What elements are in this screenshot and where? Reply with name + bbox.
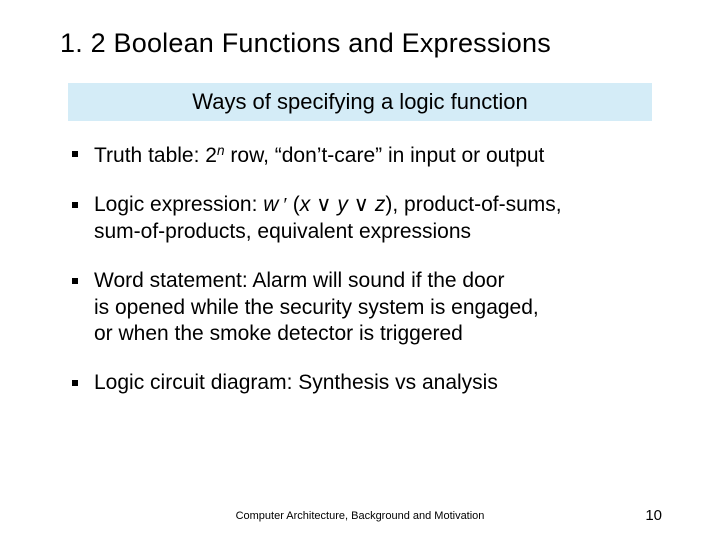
var-z: z — [375, 193, 386, 216]
var-w: w — [263, 193, 278, 216]
text-continuation: sum-of-products, equivalent expressions — [94, 219, 660, 246]
text-continuation: or when the smoke detector is triggered — [94, 321, 660, 348]
text-fragment: Logic expression: — [94, 193, 263, 216]
var-y: y — [337, 193, 348, 216]
text-fragment: ( — [293, 193, 300, 216]
bullet-truth-table: Truth table: 2n row, “don’t-care” in inp… — [64, 141, 660, 170]
text-fragment: row, “don’t-care” in input or output — [225, 144, 545, 167]
subtitle-banner: Ways of specifying a logic function — [68, 83, 652, 121]
superscript-n: n — [217, 143, 225, 158]
text-continuation: is opened while the security system is e… — [94, 295, 660, 322]
bullet-word-statement: Word statement: Alarm will sound if the … — [64, 268, 660, 349]
bullet-list: Truth table: 2n row, “don’t-care” in inp… — [60, 141, 660, 397]
text-fragment: ), product-of-sums, — [385, 193, 561, 216]
footer-text: Computer Architecture, Background and Mo… — [0, 510, 720, 522]
var-x: x — [300, 193, 311, 216]
slide-title: 1. 2 Boolean Functions and Expressions — [60, 28, 660, 59]
page-number: 10 — [645, 507, 662, 524]
bullet-logic-circuit: Logic circuit diagram: Synthesis vs anal… — [64, 370, 660, 397]
text-fragment: Truth table: 2 — [94, 144, 217, 167]
text-line: Word statement: Alarm will sound if the … — [94, 269, 504, 292]
bullet-logic-expression: Logic expression: w ′ (x ∨ y ∨ z), produ… — [64, 192, 660, 246]
slide-content: 1. 2 Boolean Functions and Expressions W… — [0, 0, 720, 397]
or-symbol: ∨ — [310, 193, 337, 216]
or-symbol: ∨ — [348, 193, 375, 216]
prime-symbol: ′ — [278, 194, 292, 216]
